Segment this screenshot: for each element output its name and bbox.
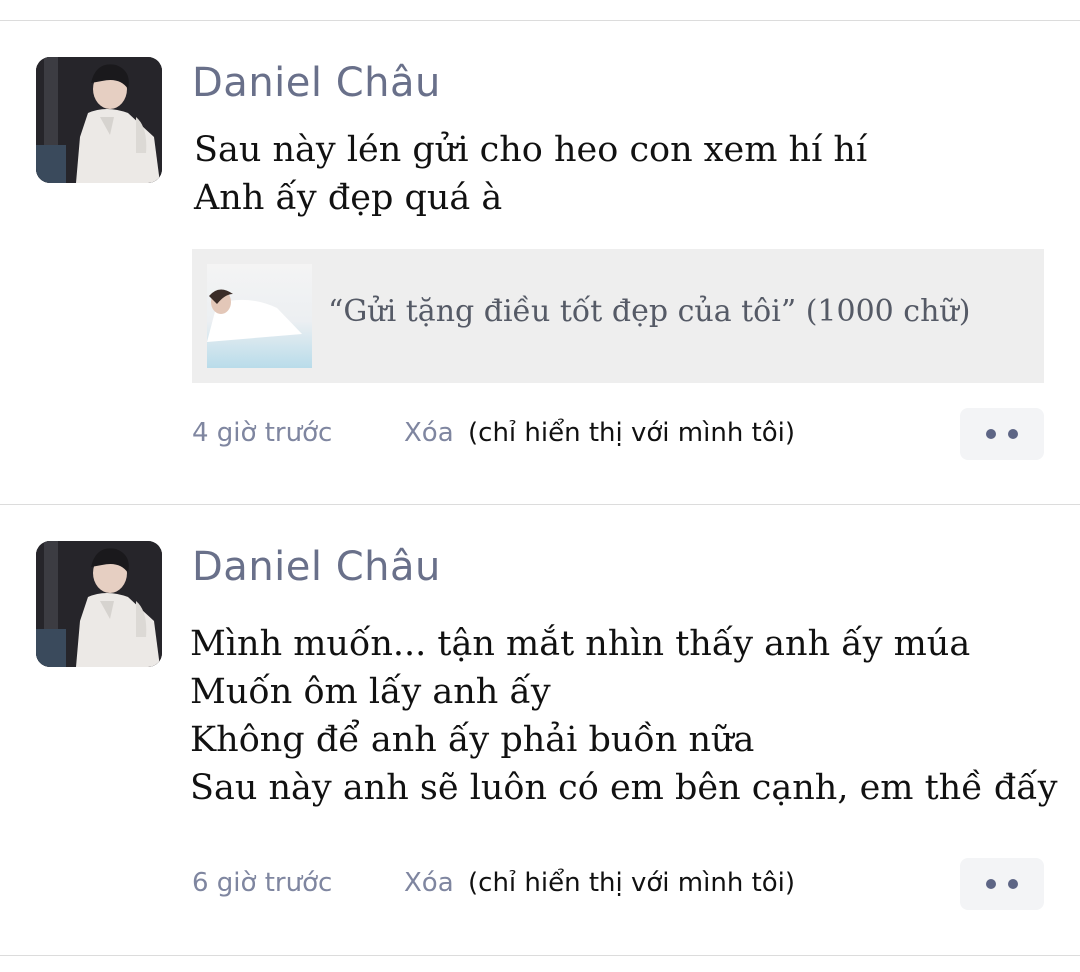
content-line: Sau này anh sẽ luôn có em bên cạnh, em t… — [190, 768, 1058, 808]
avatar[interactable] — [36, 541, 162, 667]
avatar-image — [36, 541, 162, 667]
more-options-button[interactable] — [960, 858, 1044, 910]
content-line: Mình muốn... tận mắt nhìn thấy anh ấy mú… — [190, 624, 971, 664]
visibility-note: (chỉ hiển thị với mình tôi) — [468, 868, 796, 898]
content-line: Không để anh ấy phải buồn nữa — [190, 720, 755, 760]
bottom-divider — [0, 955, 1080, 956]
content-line: Muốn ôm lấy anh ấy — [190, 672, 551, 712]
author-name[interactable]: Daniel Châu — [192, 544, 441, 590]
post-content: Mình muốn... tận mắt nhìn thấy anh ấy mú… — [190, 620, 1058, 812]
post-item: Daniel Châu Mình muốn... tận mắt nhìn th… — [0, 0, 1080, 972]
post-timestamp: 6 giờ trước — [192, 868, 333, 898]
delete-button[interactable]: Xóa — [404, 868, 454, 898]
post-meta: 6 giờ trước Xóa (chỉ hiển thị với mình t… — [192, 858, 1044, 910]
